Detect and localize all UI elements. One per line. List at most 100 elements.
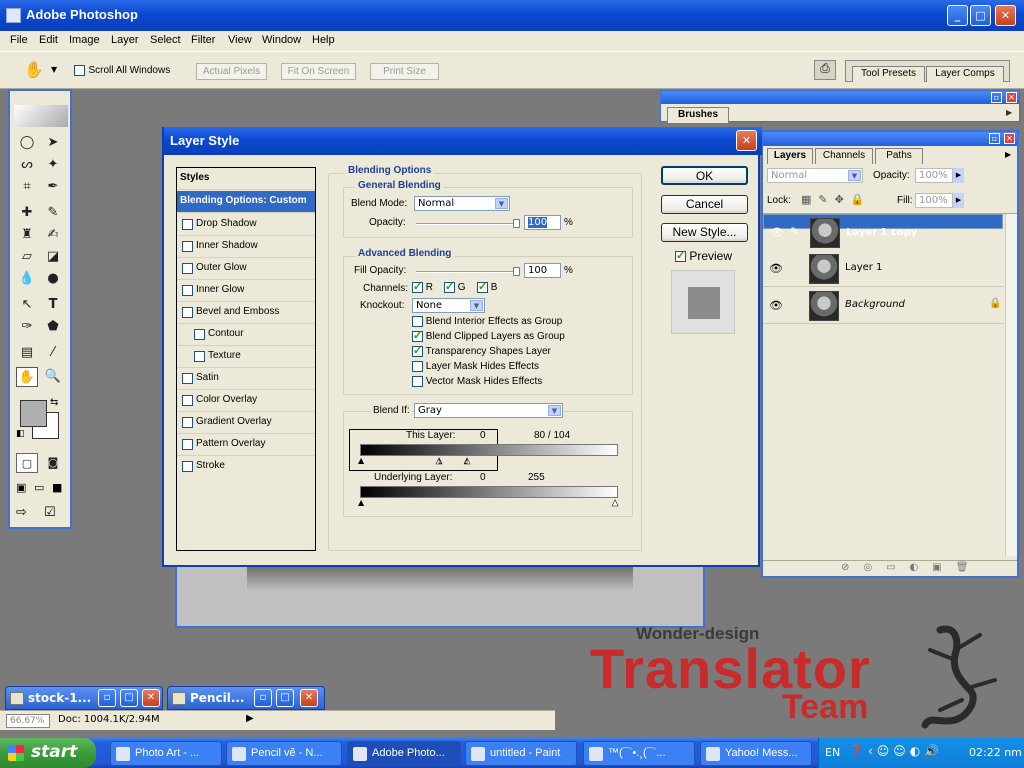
- standard-mode-icon[interactable]: ▢: [16, 453, 38, 473]
- menu-image[interactable]: Image: [69, 34, 100, 46]
- underlying-layer-gradient[interactable]: [360, 486, 618, 498]
- blend-mode-select[interactable]: Normal ▼: [414, 196, 510, 211]
- ok-button[interactable]: OK: [661, 166, 748, 185]
- style-item-pattern-overlay[interactable]: Pattern Overlay: [177, 434, 315, 456]
- tab-paths[interactable]: Paths: [875, 148, 923, 164]
- color-overlay-checkbox[interactable]: [182, 395, 193, 406]
- minimize-panel-icon[interactable]: ▫: [989, 133, 1000, 144]
- option-vector-mask-hides[interactable]: Vector Mask Hides Effects: [412, 376, 542, 387]
- style-item-satin[interactable]: Satin: [177, 368, 315, 390]
- paint-bucket-tool-icon[interactable]: ◪: [42, 247, 64, 267]
- minimized-window-pencil[interactable]: Pencil... ▫ □ ✕: [167, 686, 325, 710]
- jump-to-app-icon[interactable]: ☑: [44, 505, 56, 520]
- quick-mask-mode-icon[interactable]: ◙: [42, 453, 64, 473]
- panel-menu-arrow-icon[interactable]: ▶: [1006, 108, 1012, 117]
- pen-tool-icon[interactable]: ✑: [16, 317, 38, 337]
- fill-opacity-slider-track[interactable]: [416, 271, 520, 273]
- visibility-eye-icon[interactable]: 👁: [769, 299, 783, 312]
- minimize-panel-icon[interactable]: ▫: [991, 92, 1002, 103]
- move-tool-icon[interactable]: ➤: [42, 133, 64, 153]
- foreground-color-swatch[interactable]: [20, 400, 47, 427]
- print-size-button[interactable]: Print Size: [370, 63, 439, 80]
- tray-icons[interactable]: ❓‹☺☺◐🔊: [849, 744, 943, 758]
- clone-stamp-tool-icon[interactable]: ♜: [16, 225, 38, 245]
- zoom-tool-icon[interactable]: 🔍: [42, 367, 64, 387]
- scroll-all-windows-option[interactable]: Scroll All Windows: [74, 63, 170, 76]
- notes-tool-icon[interactable]: ▤: [16, 343, 38, 363]
- option-transparency-shapes[interactable]: Transparency Shapes Layer: [412, 344, 551, 357]
- style-item-inner-shadow[interactable]: Inner Shadow: [177, 236, 315, 258]
- magic-wand-tool-icon[interactable]: ✦: [42, 155, 64, 175]
- style-item-gradient-overlay[interactable]: Gradient Overlay: [177, 412, 315, 434]
- style-item-drop-shadow[interactable]: Drop Shadow: [177, 214, 315, 236]
- crop-tool-icon[interactable]: ⌗: [16, 177, 38, 197]
- knockout-select[interactable]: None ▼: [412, 298, 485, 313]
- tab-layer-comps[interactable]: Layer Comps: [926, 66, 1004, 82]
- this-layer-gradient[interactable]: [360, 444, 618, 456]
- style-item-contour[interactable]: Contour: [177, 324, 315, 346]
- new-style-button[interactable]: New Style...: [661, 223, 748, 242]
- outer-glow-checkbox[interactable]: [182, 263, 193, 274]
- stroke-checkbox[interactable]: [182, 461, 193, 472]
- panel-menu-arrow-icon[interactable]: ▶: [1005, 150, 1011, 159]
- preview-option[interactable]: Preview: [675, 249, 732, 263]
- opacity-slider-track[interactable]: [416, 223, 520, 225]
- tab-tool-presets[interactable]: Tool Presets: [852, 66, 925, 82]
- opacity-field[interactable]: 100: [524, 215, 561, 230]
- minimized-window-stock[interactable]: stock-1... ▫ □ ✕: [5, 686, 163, 710]
- blend-mode-select[interactable]: Normal ▼: [767, 168, 863, 183]
- tab-channels[interactable]: Channels: [815, 148, 873, 164]
- fit-on-screen-button[interactable]: Fit On Screen: [281, 63, 356, 80]
- healing-brush-tool-icon[interactable]: ✚: [16, 203, 38, 223]
- hand-tool-icon[interactable]: ✋: [24, 60, 44, 79]
- layer-row-layer-1[interactable]: 👁 Layer 1: [763, 251, 1003, 287]
- dodge-tool-icon[interactable]: ●: [42, 269, 64, 289]
- chevron-down-icon[interactable]: ▼: [51, 65, 57, 74]
- tab-layers[interactable]: Layers: [767, 148, 813, 164]
- drop-shadow-checkbox[interactable]: [182, 219, 193, 230]
- default-colors-icon[interactable]: ◧: [16, 429, 25, 439]
- underlying-white-slider-icon[interactable]: ▲: [612, 498, 619, 508]
- pattern-overlay-checkbox[interactable]: [182, 439, 193, 450]
- fill-opacity-slider-thumb[interactable]: [513, 267, 520, 276]
- satin-checkbox[interactable]: [182, 373, 193, 384]
- option-blend-clipped[interactable]: Blend Clipped Layers as Group: [412, 329, 565, 342]
- screen-mode-full-icon[interactable]: ■: [52, 481, 62, 494]
- channel-r-checkbox[interactable]: [412, 280, 423, 293]
- zoom-level-field[interactable]: 66.67%: [6, 714, 50, 728]
- layer-mask-hides-checkbox[interactable]: [412, 361, 423, 372]
- layer-row-background[interactable]: 👁 Background 🔒: [763, 288, 1003, 324]
- this-layer-white-split-left-icon[interactable]: ◭: [436, 456, 443, 466]
- close-button[interactable]: ✕: [300, 689, 318, 707]
- task-chat[interactable]: ™(¯`•.¸(¯`...: [583, 741, 695, 766]
- blur-tool-icon[interactable]: 💧: [16, 269, 38, 289]
- task-pencil[interactable]: Pencil vẽ - N...: [226, 741, 342, 766]
- opacity-slider-thumb[interactable]: [513, 219, 520, 228]
- style-item-stroke[interactable]: Stroke: [177, 456, 315, 478]
- visibility-eye-icon[interactable]: 👁: [769, 262, 783, 275]
- menu-help[interactable]: Help: [312, 34, 335, 46]
- type-tool-icon[interactable]: T: [42, 295, 64, 315]
- task-paint[interactable]: untitled - Paint: [465, 741, 577, 766]
- scroll-all-windows-checkbox[interactable]: [74, 64, 85, 76]
- menu-filter[interactable]: Filter: [191, 34, 215, 46]
- this-layer-white-split-right-icon[interactable]: ◮: [464, 456, 471, 466]
- cancel-button[interactable]: Cancel: [661, 195, 748, 214]
- restore-button[interactable]: ▫: [98, 689, 116, 707]
- channel-b-checkbox[interactable]: [477, 280, 488, 293]
- blend-interior-checkbox[interactable]: [412, 316, 423, 327]
- bevel-emboss-checkbox[interactable]: [182, 307, 193, 318]
- preview-checkbox[interactable]: [675, 249, 686, 263]
- restore-button[interactable]: ▫: [254, 689, 272, 707]
- style-item-blending-options[interactable]: Blending Options: Custom: [177, 191, 315, 213]
- style-item-outer-glow[interactable]: Outer Glow: [177, 258, 315, 280]
- inner-shadow-checkbox[interactable]: [182, 241, 193, 252]
- close-button[interactable]: ✕: [995, 5, 1016, 26]
- menu-edit[interactable]: Edit: [39, 34, 58, 46]
- menu-view[interactable]: View: [228, 34, 252, 46]
- layers-scrollbar[interactable]: [1005, 214, 1017, 556]
- task-yahoo-messenger[interactable]: Yahoo! Mess...: [700, 741, 812, 766]
- option-blend-interior[interactable]: Blend Interior Effects as Group: [412, 316, 562, 327]
- brush-tool-icon[interactable]: ✎: [42, 203, 64, 223]
- status-menu-arrow-icon[interactable]: ▶: [246, 713, 254, 724]
